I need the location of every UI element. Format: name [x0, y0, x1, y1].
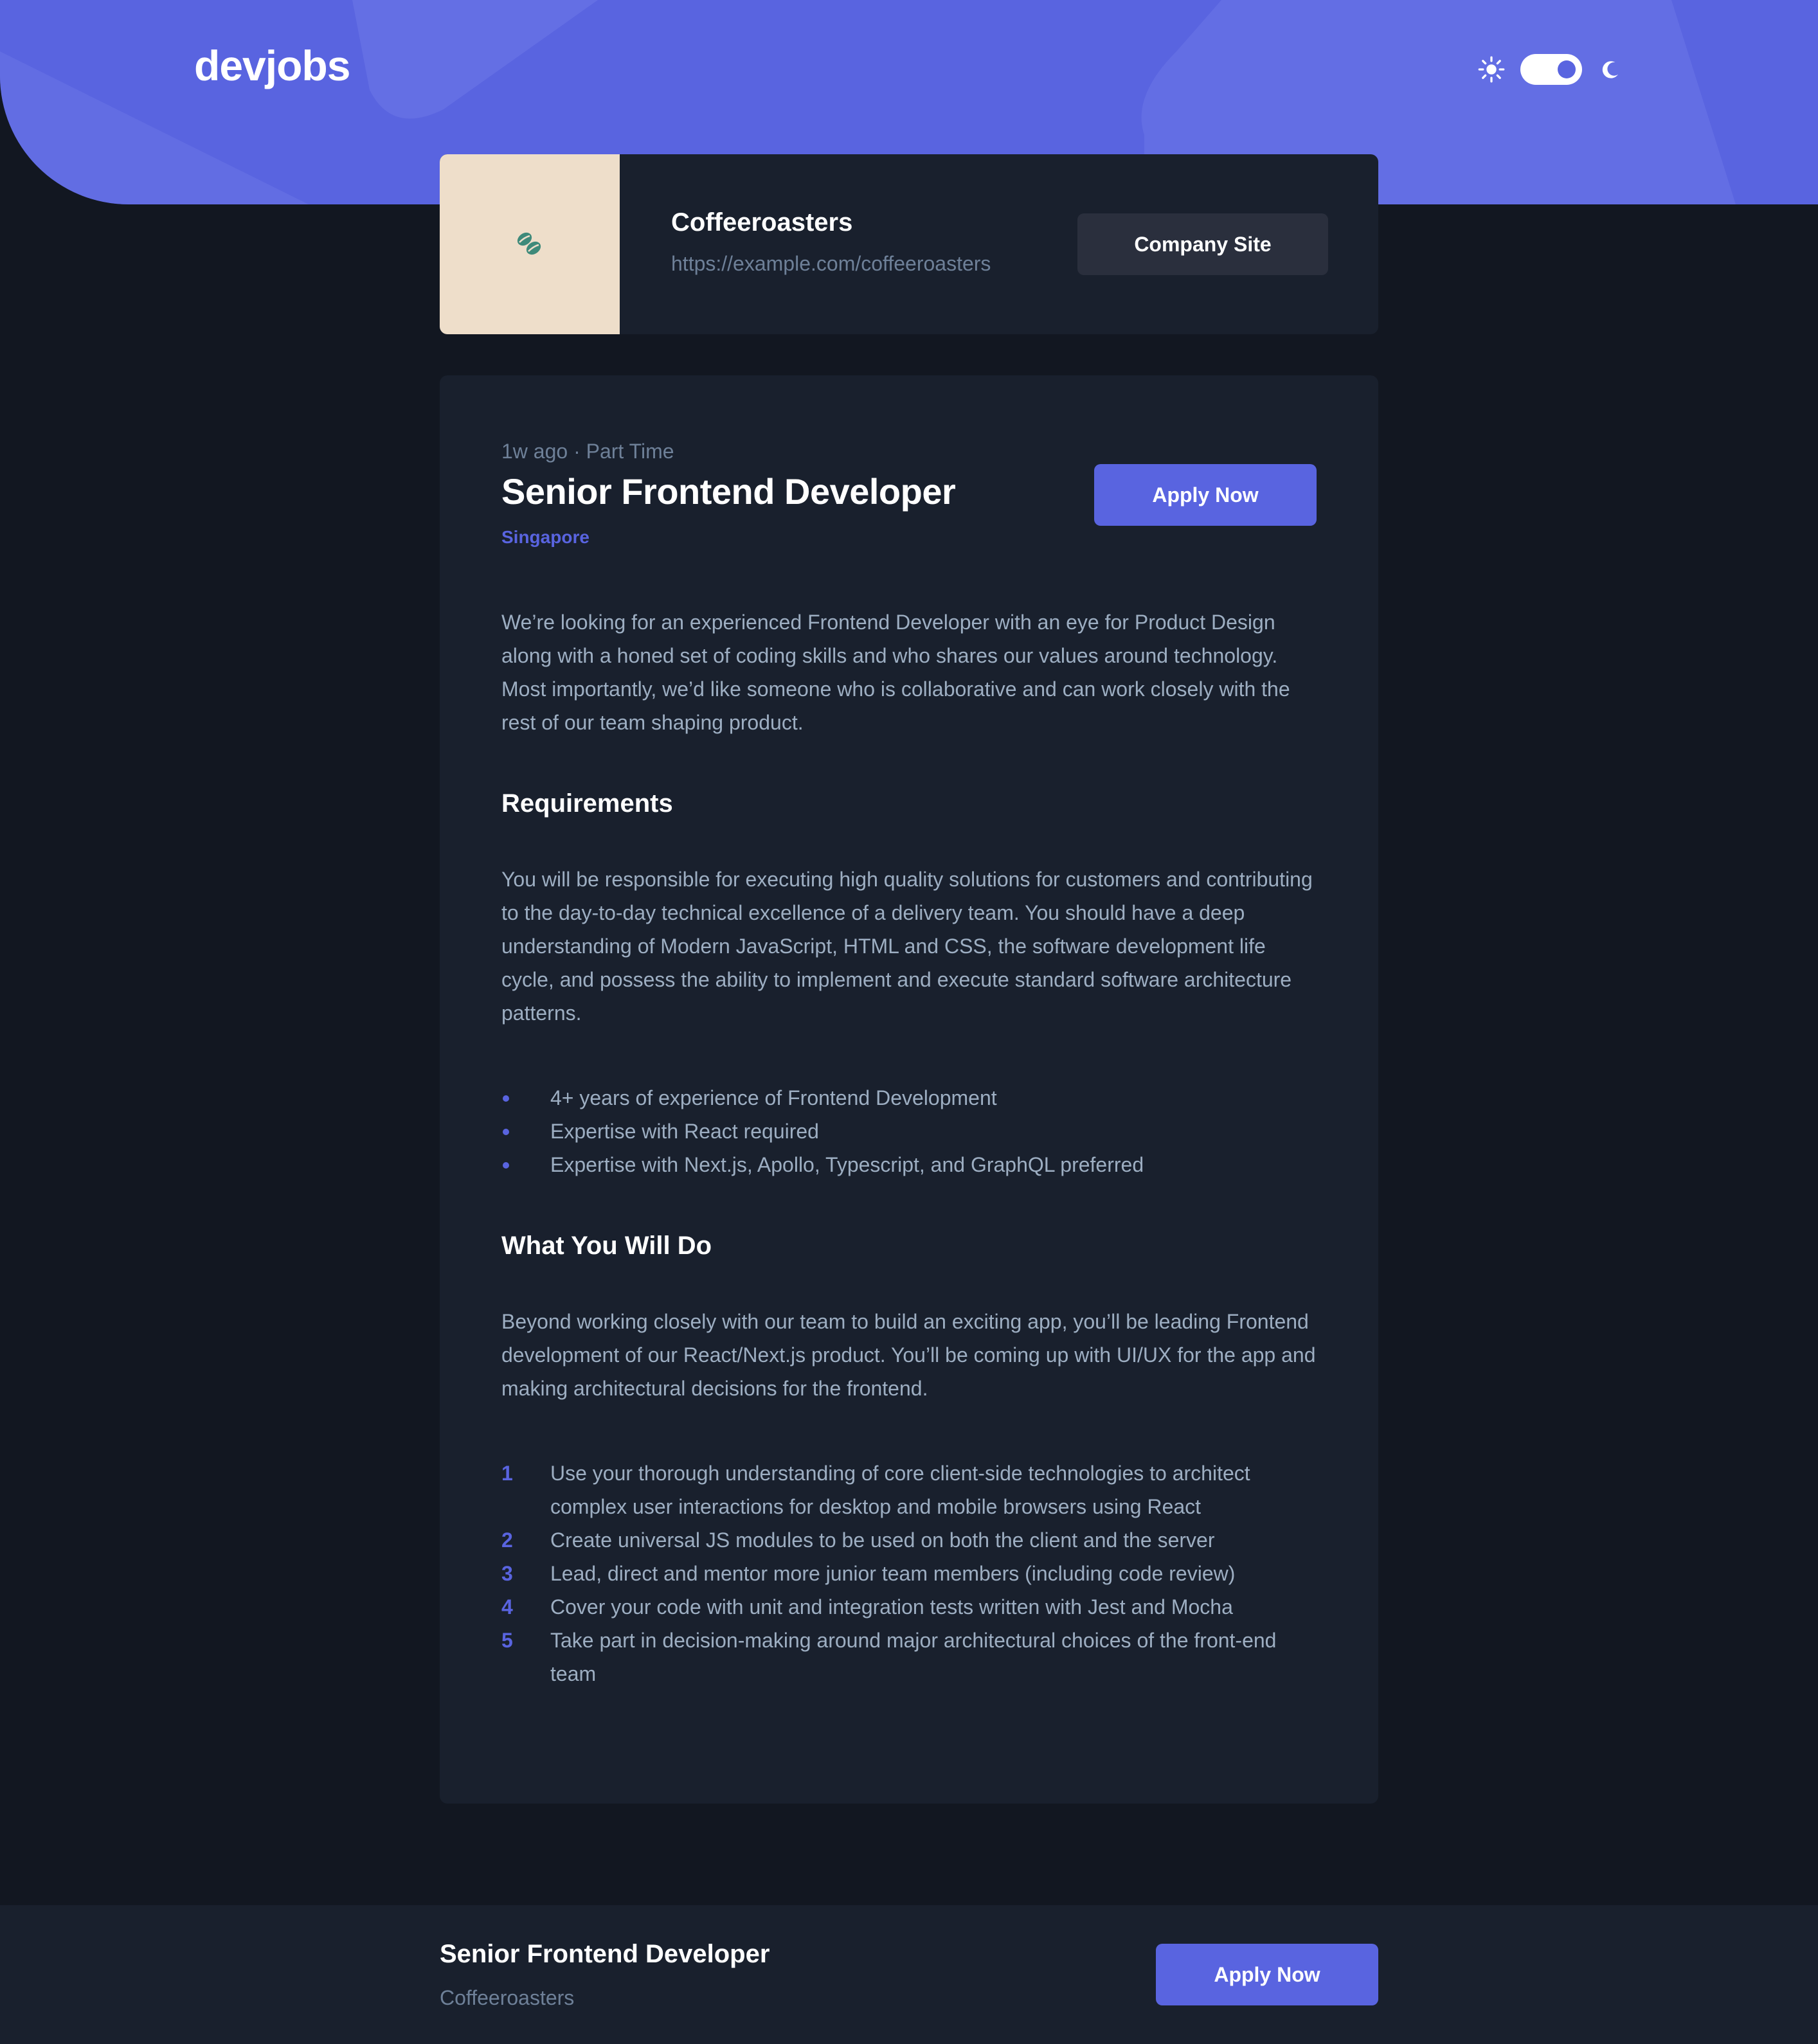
- list-item: 1 Use your thorough understanding of core…: [501, 1457, 1318, 1523]
- company-site-button[interactable]: Company Site: [1077, 213, 1328, 275]
- coffee-beans-icon: [517, 232, 541, 255]
- posted-time: 1w ago: [501, 440, 568, 463]
- company-name: Coffeeroasters: [671, 208, 853, 237]
- company-logo: [440, 154, 620, 334]
- list-item: 3 Lead, direct and mentor more junior tea…: [501, 1557, 1318, 1590]
- job-description: We’re looking for an experienced Fronten…: [501, 611, 1290, 734]
- footer-apply-now-button[interactable]: Apply Now: [1156, 1944, 1378, 2005]
- list-number: 5: [501, 1629, 513, 1652]
- list-item: 4+ years of experience of Frontend Devel…: [501, 1081, 1318, 1115]
- bullet-dot: [503, 1162, 509, 1169]
- theme-toggle: [1477, 50, 1625, 89]
- list-item: 2 Create universal JS modules to be used …: [501, 1523, 1318, 1557]
- apply-now-button[interactable]: Apply Now: [1094, 464, 1317, 526]
- sun-icon: [1478, 56, 1505, 83]
- role-content: Beyond working closely with our team to …: [501, 1310, 1316, 1400]
- job-location: Singapore: [501, 527, 590, 547]
- bullet-dot: [503, 1129, 509, 1135]
- requirements-content: You will be responsible for executing hi…: [501, 868, 1313, 1025]
- site-logo[interactable]: devjobs: [194, 41, 350, 90]
- company-url: https://example.com/coffeeroasters: [671, 252, 991, 275]
- job-title: Senior Frontend Developer: [501, 471, 956, 512]
- list-item: 4 Cover your code with unit and integrati…: [501, 1590, 1318, 1624]
- requirements-heading: Requirements: [501, 789, 673, 818]
- meta-separator: ·: [573, 440, 580, 463]
- role-heading: What You Will Do: [501, 1232, 712, 1260]
- sticky-footer: Senior Frontend Developer Coffeeroasters…: [0, 1905, 1818, 2044]
- list-item: 5 Take part in decision-making around maj…: [501, 1624, 1318, 1690]
- role-list: 1 Use your thorough understanding of core…: [501, 1457, 1318, 1690]
- dark-mode-switch[interactable]: [1520, 54, 1582, 85]
- footer-company-name: Coffeeroasters: [440, 1986, 575, 2009]
- moon-icon: [1602, 61, 1618, 78]
- footer-job-title: Senior Frontend Developer: [440, 1940, 770, 1968]
- list-number: 4: [501, 1595, 513, 1618]
- list-number: 2: [501, 1529, 513, 1552]
- list-number: 1: [501, 1462, 513, 1485]
- job-meta: 1w ago · Part Time: [501, 440, 674, 463]
- requirements-list: 4+ years of experience of Frontend Devel…: [501, 1081, 1318, 1181]
- job-details-card: 1w ago · Part Time Senior Frontend Devel…: [440, 375, 1378, 1804]
- contract-type: Part Time: [586, 440, 674, 463]
- list-item: Expertise with Next.js, Apollo, Typescri…: [501, 1148, 1318, 1181]
- list-item: Expertise with React required: [501, 1115, 1318, 1148]
- bullet-dot: [503, 1095, 509, 1102]
- list-number: 3: [501, 1562, 513, 1585]
- switch-knob: [1558, 60, 1576, 78]
